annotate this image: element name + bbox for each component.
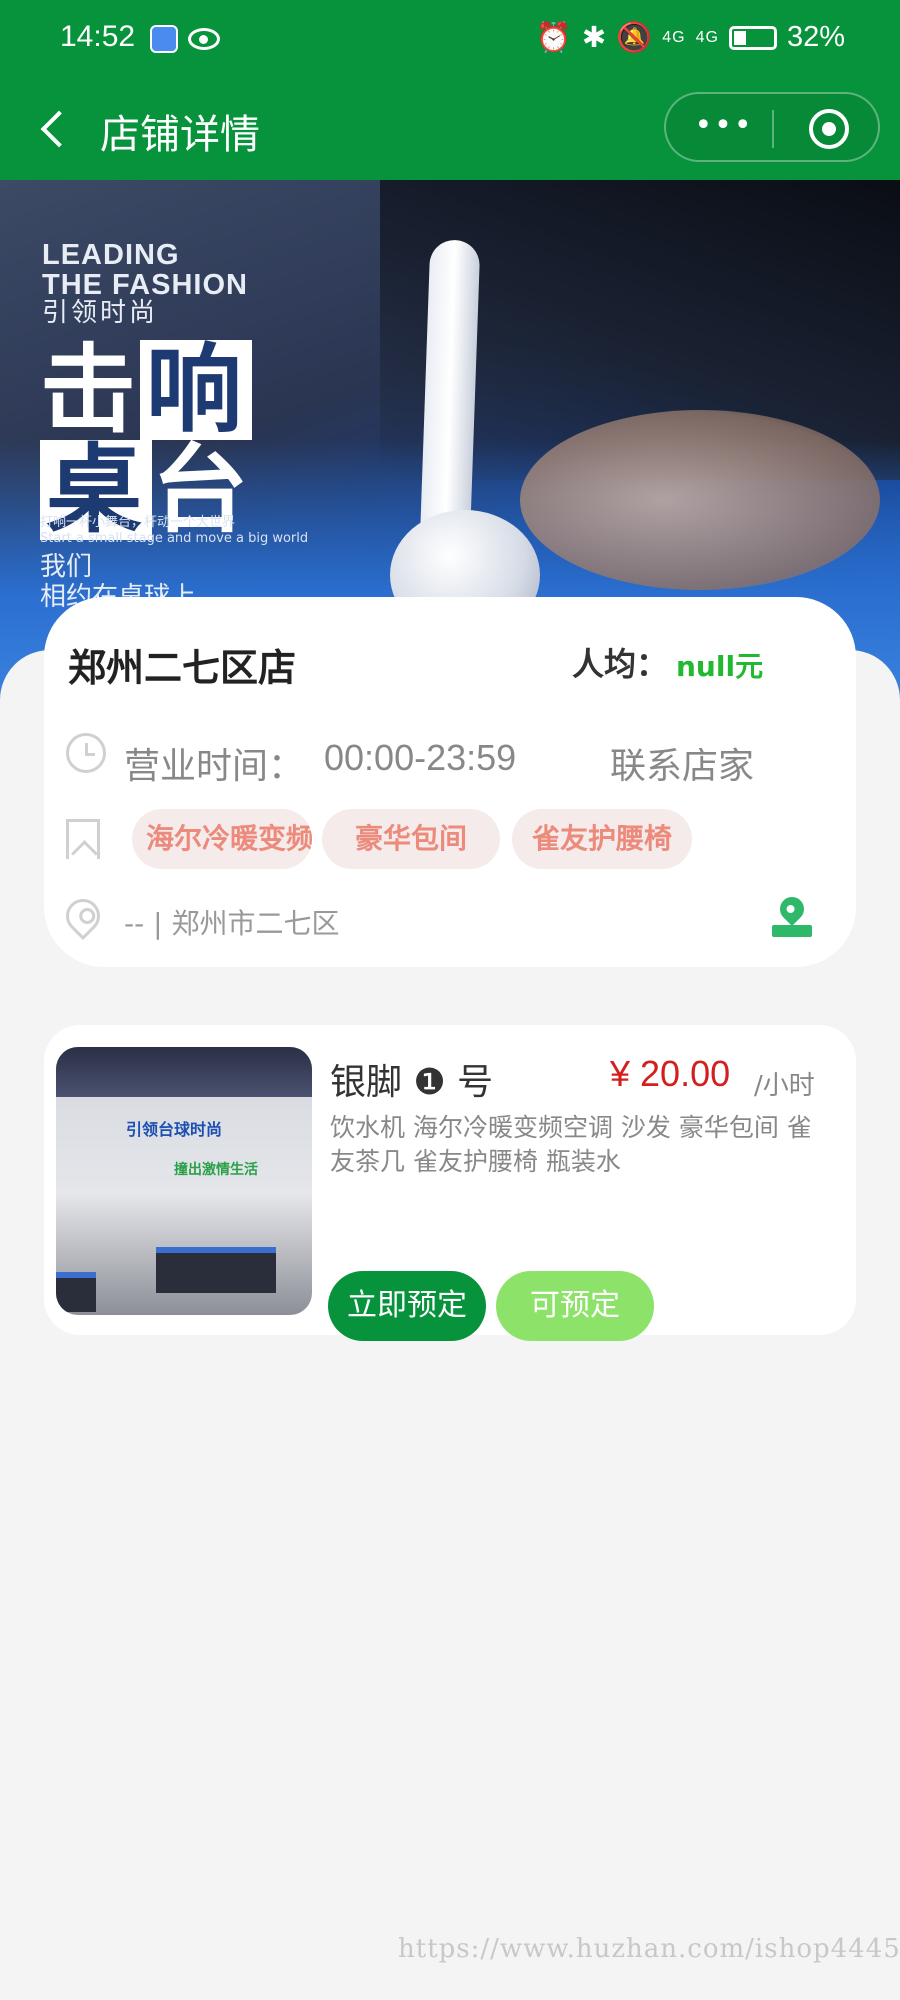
table-list-item[interactable]: 引领台球时尚 撞出激情生活 银脚 ❶ 号 ¥ 20.00 /小时 饮水机 海尔冷… [44, 1025, 856, 1341]
mute-icon: 🔕 [616, 21, 653, 54]
watermark: https://www.huzhan.com/ishop44453 [398, 1934, 900, 1964]
capsule-divider [772, 110, 774, 148]
bookmark-icon [66, 819, 100, 859]
availability-status-button[interactable]: 可预定 [496, 1271, 654, 1341]
contact-shop-button[interactable]: 联系店家 [610, 737, 754, 789]
alarm-icon: ⏰ [535, 21, 572, 54]
app-notification-icon [150, 25, 178, 53]
status-bar: 14:52 ⏰ ✱ 🔕 4G 4G 32% [0, 0, 900, 80]
facility-tags: 海尔冷暖变频空调 豪华包间 雀友护腰椅 [132, 809, 692, 871]
signal-icon-2: 4G [695, 28, 719, 46]
battery-percent: 32% [786, 21, 845, 53]
book-now-button[interactable]: 立即预定 [328, 1271, 486, 1341]
banner-small-text: 打响一杆小舞台，杆动一个大世界 Start a small stage and … [40, 515, 309, 546]
billiard-table-graphic [156, 1247, 276, 1293]
room-price: ¥ 20.00 [610, 1053, 731, 1094]
more-menu-icon[interactable]: ••• [694, 111, 754, 141]
banner-slogan-en: LEADING THE FASHION [42, 239, 248, 301]
room-photo-wall-text: 引领台球时尚 [126, 1120, 223, 1139]
shop-info-card: 郑州二七区店 人均： null元 营业时间： 00:00-23:59 联系店家 … [44, 597, 856, 967]
room-photo: 引领台球时尚 撞出激情生活 [56, 1047, 312, 1315]
back-arrow-icon[interactable] [36, 110, 76, 150]
business-hours-value: 00:00-23:59 [324, 737, 517, 778]
room-name: 银脚 ❶ 号 [330, 1062, 494, 1103]
facility-tag: 雀友护腰椅 [512, 809, 692, 869]
battery-icon [728, 25, 777, 50]
status-indicators: ⏰ ✱ 🔕 4G 4G 32% [536, 20, 845, 55]
signal-icon: 4G [662, 28, 686, 46]
bluetooth-icon: ✱ [581, 22, 607, 54]
avg-price-value: null元 [676, 650, 764, 683]
shop-address: -- | 郑州市二七区 [124, 907, 340, 940]
nav-bar: 店铺详情 ••• [0, 80, 900, 180]
location-pin-icon [58, 891, 108, 941]
billiard-table-graphic-2 [56, 1272, 96, 1312]
eye-icon [188, 28, 220, 50]
business-hours-label: 营业时间： [124, 746, 305, 787]
avg-price-label: 人均： [572, 645, 669, 683]
page-title: 店铺详情 [100, 112, 260, 158]
banner-slogan-cn: 引领时尚 [42, 298, 159, 328]
close-miniprogram-icon[interactable] [809, 109, 849, 149]
facility-tag: 海尔冷暖变频空调 [132, 809, 312, 869]
clock-icon [66, 733, 106, 773]
room-facilities: 饮水机 海尔冷暖变频空调 沙发 豪华包间 雀友茶几 雀友护腰椅 瓶装水 [330, 1113, 812, 1176]
banner-headline: 击响 桌台 [40, 334, 252, 546]
hand-graphic [520, 410, 880, 590]
room-photo-wall-text-2: 撞出激情生活 [174, 1162, 258, 1178]
map-navigation-icon[interactable] [772, 892, 812, 937]
facility-tag: 豪华包间 [322, 809, 500, 869]
miniprogram-capsule: ••• [664, 92, 880, 162]
status-time: 14:52 [60, 20, 136, 53]
room-price-unit: /小时 [754, 1071, 815, 1101]
shop-name: 郑州二七区店 [68, 646, 297, 690]
